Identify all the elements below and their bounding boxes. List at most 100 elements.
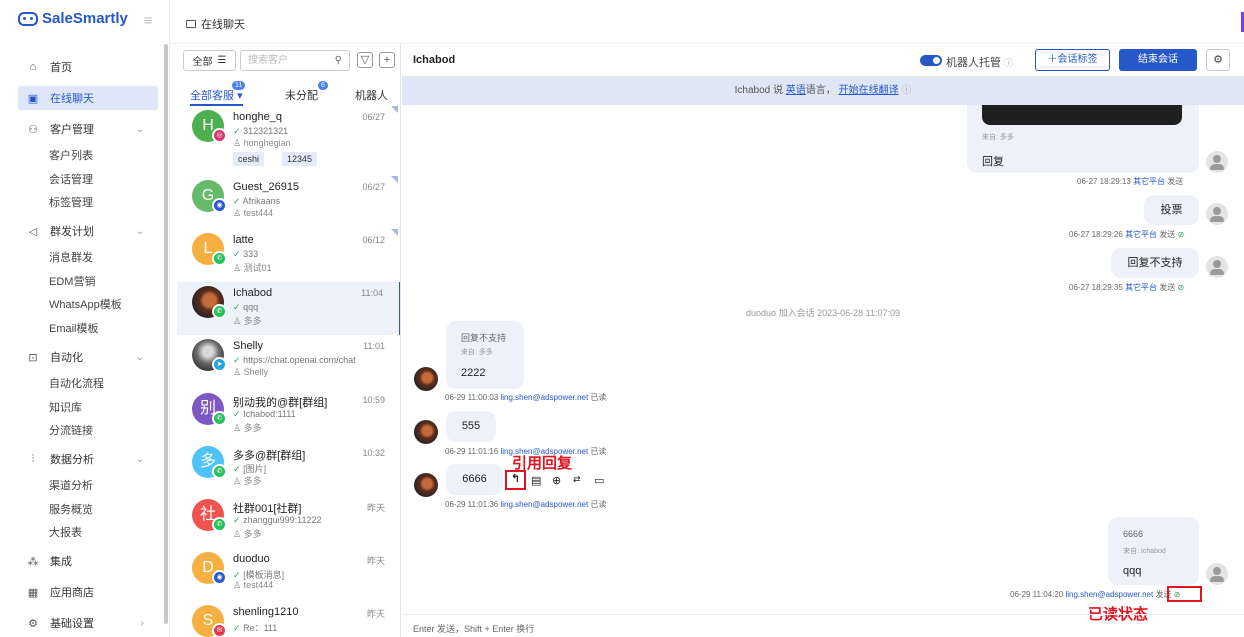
session-tag-button[interactable]: ＋会话标签 bbox=[1035, 49, 1110, 71]
check-icon: ✓ bbox=[233, 126, 241, 136]
last-message-preview: ✓ Re：111 bbox=[233, 621, 277, 634]
preview-text: Ichabod:1111 bbox=[243, 409, 296, 419]
meta-time: 06-27 18:29:13 bbox=[1077, 177, 1131, 186]
nav-sub-mass-msg[interactable]: 消息群发 bbox=[49, 249, 93, 265]
tab-live-chat[interactable]: 在线聊天 bbox=[186, 16, 245, 32]
conversation-item[interactable]: D ◉ duoduo 昨天 ✓ [模板消息] ♙ test444 bbox=[177, 548, 400, 601]
nav-automation[interactable]: ⊡ 自动化 ⌄ bbox=[18, 345, 158, 369]
nav-live-chat[interactable]: ▣ 在线聊天 bbox=[18, 86, 158, 110]
language-link[interactable]: 英语 bbox=[786, 85, 806, 96]
nav-sub-channel-analysis[interactable]: 渠道分析 bbox=[49, 477, 93, 493]
nav-sub-session-mgmt[interactable]: 会话管理 bbox=[49, 171, 93, 187]
plus-circle-icon[interactable]: ⊕ bbox=[552, 474, 561, 487]
incoming-message[interactable]: 回复不支持 来自: 多多 2222 bbox=[446, 321, 524, 389]
agent-icon: ♙ bbox=[233, 208, 242, 218]
nav-broadcast[interactable]: ◁ 群发计划 ⌄ bbox=[18, 219, 158, 243]
help-icon[interactable]: ⓘ bbox=[1004, 58, 1013, 68]
media-preview[interactable] bbox=[982, 105, 1182, 125]
conversation-item[interactable]: 别 ✆ 别动我的@群[群组] 10:59 ✓ Ichabod:1111 ♙ 多多 bbox=[177, 389, 400, 442]
preview-text: Re：111 bbox=[243, 623, 278, 633]
caret-down-icon: ▾ bbox=[237, 90, 243, 102]
annotation-highlight-box bbox=[1167, 586, 1202, 602]
sidebar-scrollbar[interactable] bbox=[164, 44, 168, 624]
nav-app-store[interactable]: ▦ 应用商店 bbox=[18, 580, 158, 604]
outgoing-message[interactable]: 来自: 多多 回复 bbox=[967, 105, 1199, 173]
nav-sub-customer-list[interactable]: 客户列表 bbox=[49, 147, 93, 163]
check-icon: ✓ bbox=[233, 570, 241, 580]
nav-settings[interactable]: ⚙ 基础设置 › bbox=[18, 611, 158, 635]
meta-status: 已读 bbox=[590, 393, 607, 402]
nav-analytics[interactable]: ⫶ 数据分析 ⌄ bbox=[18, 447, 158, 471]
chart-icon: ⫶ bbox=[31, 452, 35, 465]
quote-source: 来自: 多多 bbox=[982, 134, 1014, 141]
meta-time: 06-27 18:29:26 bbox=[1069, 230, 1123, 239]
assigned-agent: ♙ 多多 bbox=[233, 421, 262, 434]
check-icon: ✓ bbox=[233, 515, 241, 525]
annotation-quote-reply: 引用回复 bbox=[512, 455, 573, 472]
outgoing-message[interactable]: 投票 bbox=[1144, 195, 1199, 225]
conversation-item[interactable]: 多 ✆ 多多@群[群组] 10:32 ✓ [图片] ♙ 多多 bbox=[177, 442, 400, 495]
conversation-item[interactable]: S ✉ shenling1210 昨天 ✓ Re：111 bbox=[177, 601, 400, 637]
agent-name: test444 bbox=[243, 208, 274, 218]
help-icon[interactable]: ⓘ bbox=[901, 85, 911, 96]
nav-sub-automation-flow[interactable]: 自动化流程 bbox=[49, 375, 104, 391]
last-message-time: 11:01 bbox=[363, 341, 385, 351]
nav-sub-whatsapp-template[interactable]: WhatsApp模板 bbox=[49, 296, 122, 312]
incoming-message[interactable]: 555 bbox=[446, 411, 496, 442]
nav-sub-tag-mgmt[interactable]: 标签管理 bbox=[49, 194, 93, 210]
nav-customers[interactable]: ⚇ 客户管理 ⌄ bbox=[18, 117, 158, 141]
nav-label: 群发计划 bbox=[50, 226, 94, 238]
conversation-item[interactable]: L ✆ latte 06/12 ✓ 333 ♙ 测试01 bbox=[177, 229, 400, 282]
menu-toggle-icon[interactable]: ≡ bbox=[144, 12, 152, 28]
nav-sub-knowledge-base[interactable]: 知识库 bbox=[49, 399, 82, 415]
search-input[interactable]: 搜索客户 ⚲ bbox=[240, 50, 350, 71]
conversation-item[interactable]: ➤ Shelly 11:01 ✓ https://chat.openai.com/ch… bbox=[177, 335, 400, 388]
chevron-right-icon: › bbox=[140, 617, 144, 629]
tab-robot[interactable]: 机器人 bbox=[355, 87, 388, 103]
conversation-item[interactable]: 社 ✆ 社群001[社群] 昨天 ✓ zhanggui999:11222 ♙ 多多 bbox=[177, 495, 400, 548]
tab-unassigned[interactable]: 未分配 6 bbox=[285, 81, 328, 103]
conversation-item[interactable]: G ◉ Guest_26915 06/27 ✓ Afrikaans ♙ test444 bbox=[177, 176, 400, 229]
filter-funnel-button[interactable]: ▽ bbox=[357, 52, 373, 68]
agent-icon: ♙ bbox=[233, 367, 242, 377]
agent-icon: ♙ bbox=[233, 476, 242, 486]
end-session-button[interactable]: 结束会话 bbox=[1119, 49, 1197, 71]
users-icon: ⚇ bbox=[28, 123, 38, 136]
nav-sub-routing-link[interactable]: 分流链接 bbox=[49, 422, 93, 438]
nav-sub-email-template[interactable]: Email模板 bbox=[49, 320, 99, 336]
nav-sub-service-overview[interactable]: 服务概览 bbox=[49, 501, 93, 517]
nav-sub-big-report[interactable]: 大报表 bbox=[49, 524, 82, 540]
funnel-icon: ▽ bbox=[360, 54, 370, 66]
outgoing-message[interactable]: 6666 来自: Ichabod qqq bbox=[1108, 517, 1199, 585]
translate-icon[interactable]: ⇄ bbox=[573, 474, 581, 485]
nav-home[interactable]: ⌂ 首页 bbox=[18, 55, 158, 79]
conversation-item[interactable]: ✆ Ichabod 11:04 ✓ qqq ♙ 多多 bbox=[177, 282, 400, 335]
app-logo[interactable]: SaleSmartly bbox=[18, 10, 128, 27]
comment-icon[interactable]: ▭ bbox=[594, 474, 604, 487]
tab-label: 全部客服 bbox=[190, 90, 234, 102]
customer-name: duoduo bbox=[233, 553, 270, 565]
meta-platform: 其它平台 bbox=[1133, 177, 1166, 186]
conversation-list: 全部 ☰ 搜索客户 ⚲ ▽ + 全部客服 11 ▾ 未分配 6 机器人 H ◎ honghe… bbox=[177, 44, 401, 637]
add-button[interactable]: + bbox=[379, 52, 395, 68]
robot-hosting-toggle[interactable] bbox=[920, 55, 942, 66]
nav-integration[interactable]: ⁂ 集成 bbox=[18, 549, 158, 573]
message-input[interactable]: Enter 发送，Shift + Enter 换行 bbox=[413, 622, 534, 635]
meta-platform: 其它平台 bbox=[1125, 283, 1158, 292]
conversation-item[interactable]: H ◎ honghe_q 06/27 ✓ 312321321 ♙ honghegian ce… bbox=[177, 106, 400, 166]
nav-label: 数据分析 bbox=[50, 454, 94, 466]
chat-settings-button[interactable]: ⚙ bbox=[1206, 49, 1230, 71]
message-meta: 06-27 18:29:35 其它平台 发送 ⊘ bbox=[1069, 282, 1184, 293]
check-icon: ✓ bbox=[233, 464, 241, 474]
quote-reply-icon[interactable]: ↰ bbox=[511, 472, 520, 485]
nav-label: 客户管理 bbox=[50, 124, 94, 136]
note-icon[interactable]: ▤ bbox=[531, 474, 541, 487]
customer-name: Guest_26915 bbox=[233, 181, 300, 193]
outgoing-message[interactable]: 回复不支持 bbox=[1111, 248, 1199, 278]
incoming-message[interactable]: 6666 bbox=[446, 464, 503, 495]
tab-all-agents[interactable]: 全部客服 11 ▾ bbox=[190, 81, 246, 106]
contact-avatar bbox=[414, 367, 438, 391]
nav-sub-edm[interactable]: EDM营销 bbox=[49, 273, 95, 289]
filter-dropdown[interactable]: 全部 ☰ bbox=[183, 50, 236, 71]
start-translation-link[interactable]: 开始在线翻译 bbox=[839, 85, 899, 96]
